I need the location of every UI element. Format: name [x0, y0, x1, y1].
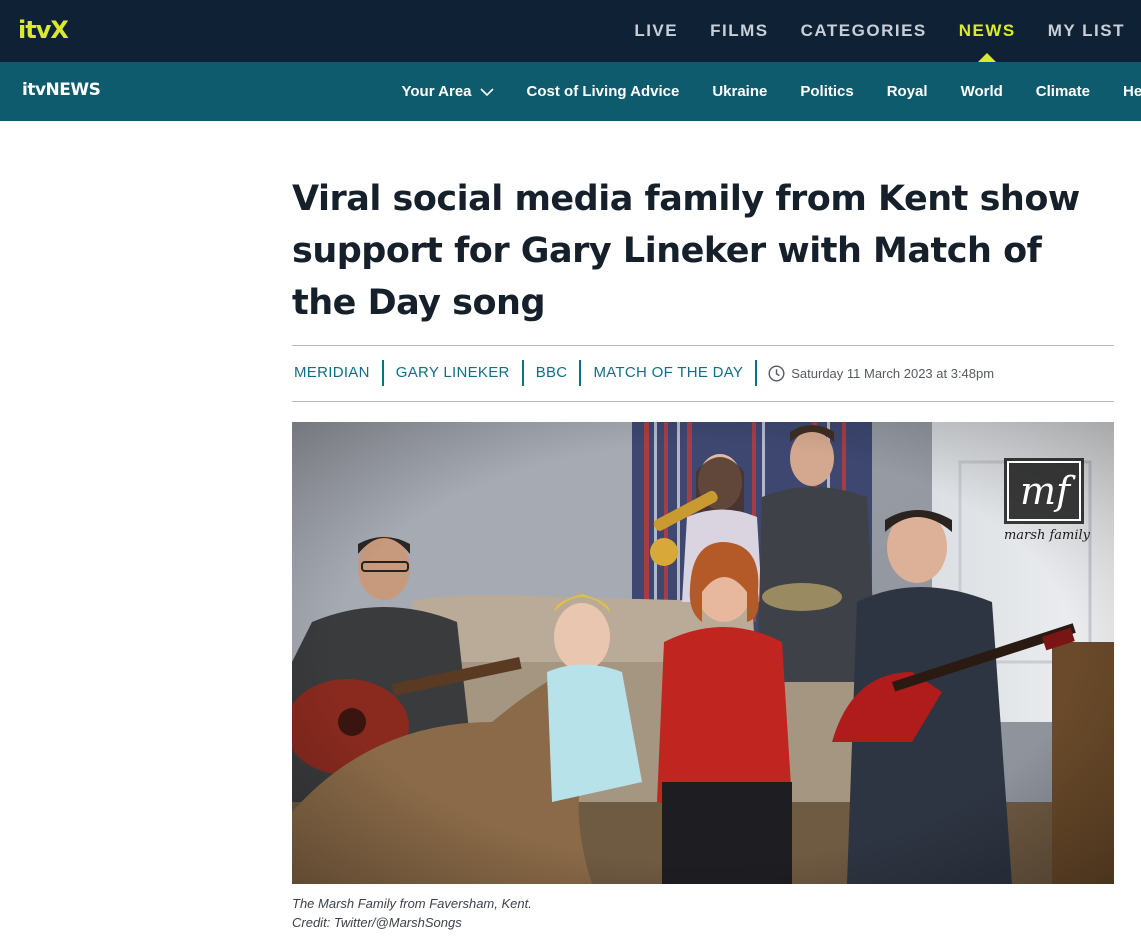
your-area-label: Your Area	[401, 83, 472, 100]
chevron-down-icon	[479, 63, 494, 121]
news-nav-royal[interactable]: Royal	[870, 62, 944, 121]
top-nav-my-list[interactable]: MY LIST	[1032, 0, 1141, 62]
news-nav-ukraine[interactable]: Ukraine	[696, 62, 784, 121]
caption-description: The Marsh Family from Faversham, Kent.	[292, 896, 532, 911]
divider-top	[292, 345, 1114, 346]
news-header: itvNEWS Your Area Cost of Living Advice …	[0, 62, 1141, 121]
publish-date: Saturday 11 March 2023 at 3:48pm	[757, 364, 995, 382]
top-nav-categories[interactable]: CATEGORIES	[785, 0, 943, 62]
tag-bbc[interactable]: BBC	[524, 360, 582, 386]
itvx-logo[interactable]: itvX	[18, 14, 69, 46]
news-nav-climate[interactable]: Climate	[1019, 62, 1106, 121]
news-nav-politics[interactable]: Politics	[784, 62, 870, 121]
clock-icon	[768, 364, 785, 382]
article-headline: Viral social media family from Kent show…	[292, 179, 1080, 323]
divider-bottom	[292, 401, 1114, 402]
marsh-family-photo	[292, 422, 1114, 884]
caption-credit: Credit: Twitter/@MarshSongs	[292, 915, 462, 930]
news-nav-world[interactable]: World	[944, 62, 1019, 121]
news-nav-your-area[interactable]: Your Area	[385, 62, 510, 121]
tag-match-of-the-day[interactable]: MATCH OF THE DAY	[581, 360, 758, 386]
image-caption: The Marsh Family from Faversham, Kent. C…	[292, 894, 532, 932]
news-nav-cost-of-living[interactable]: Cost of Living Advice	[510, 62, 696, 121]
article-meta: MERIDIAN GARY LINEKER BBC MATCH OF THE D…	[292, 360, 994, 386]
itv-news-logo[interactable]: itvNEWS	[22, 80, 101, 100]
tag-meridian[interactable]: MERIDIAN	[292, 360, 384, 386]
top-nav-live[interactable]: LIVE	[618, 0, 694, 62]
article-hero-image: mf marsh family	[292, 422, 1114, 884]
watermark-mf: mf	[1019, 469, 1071, 513]
news-nav: Your Area Cost of Living Advice Ukraine …	[385, 62, 1141, 121]
logo-news-text: NEWS	[45, 80, 101, 100]
top-nav-films[interactable]: FILMS	[694, 0, 785, 62]
itvx-header: itvX LIVE FILMS CATEGORIES NEWS MY LIST	[0, 0, 1141, 62]
news-nav-health[interactable]: Health	[1106, 62, 1141, 121]
publish-date-text: Saturday 11 March 2023 at 3:48pm	[791, 365, 995, 381]
logo-itv-text: itv	[22, 80, 46, 100]
top-nav-news[interactable]: NEWS	[943, 0, 1032, 62]
top-nav: LIVE FILMS CATEGORIES NEWS MY LIST	[618, 0, 1141, 62]
tag-gary-lineker[interactable]: GARY LINEKER	[384, 360, 524, 386]
watermark-marsh-family: marsh family	[1003, 528, 1091, 543]
